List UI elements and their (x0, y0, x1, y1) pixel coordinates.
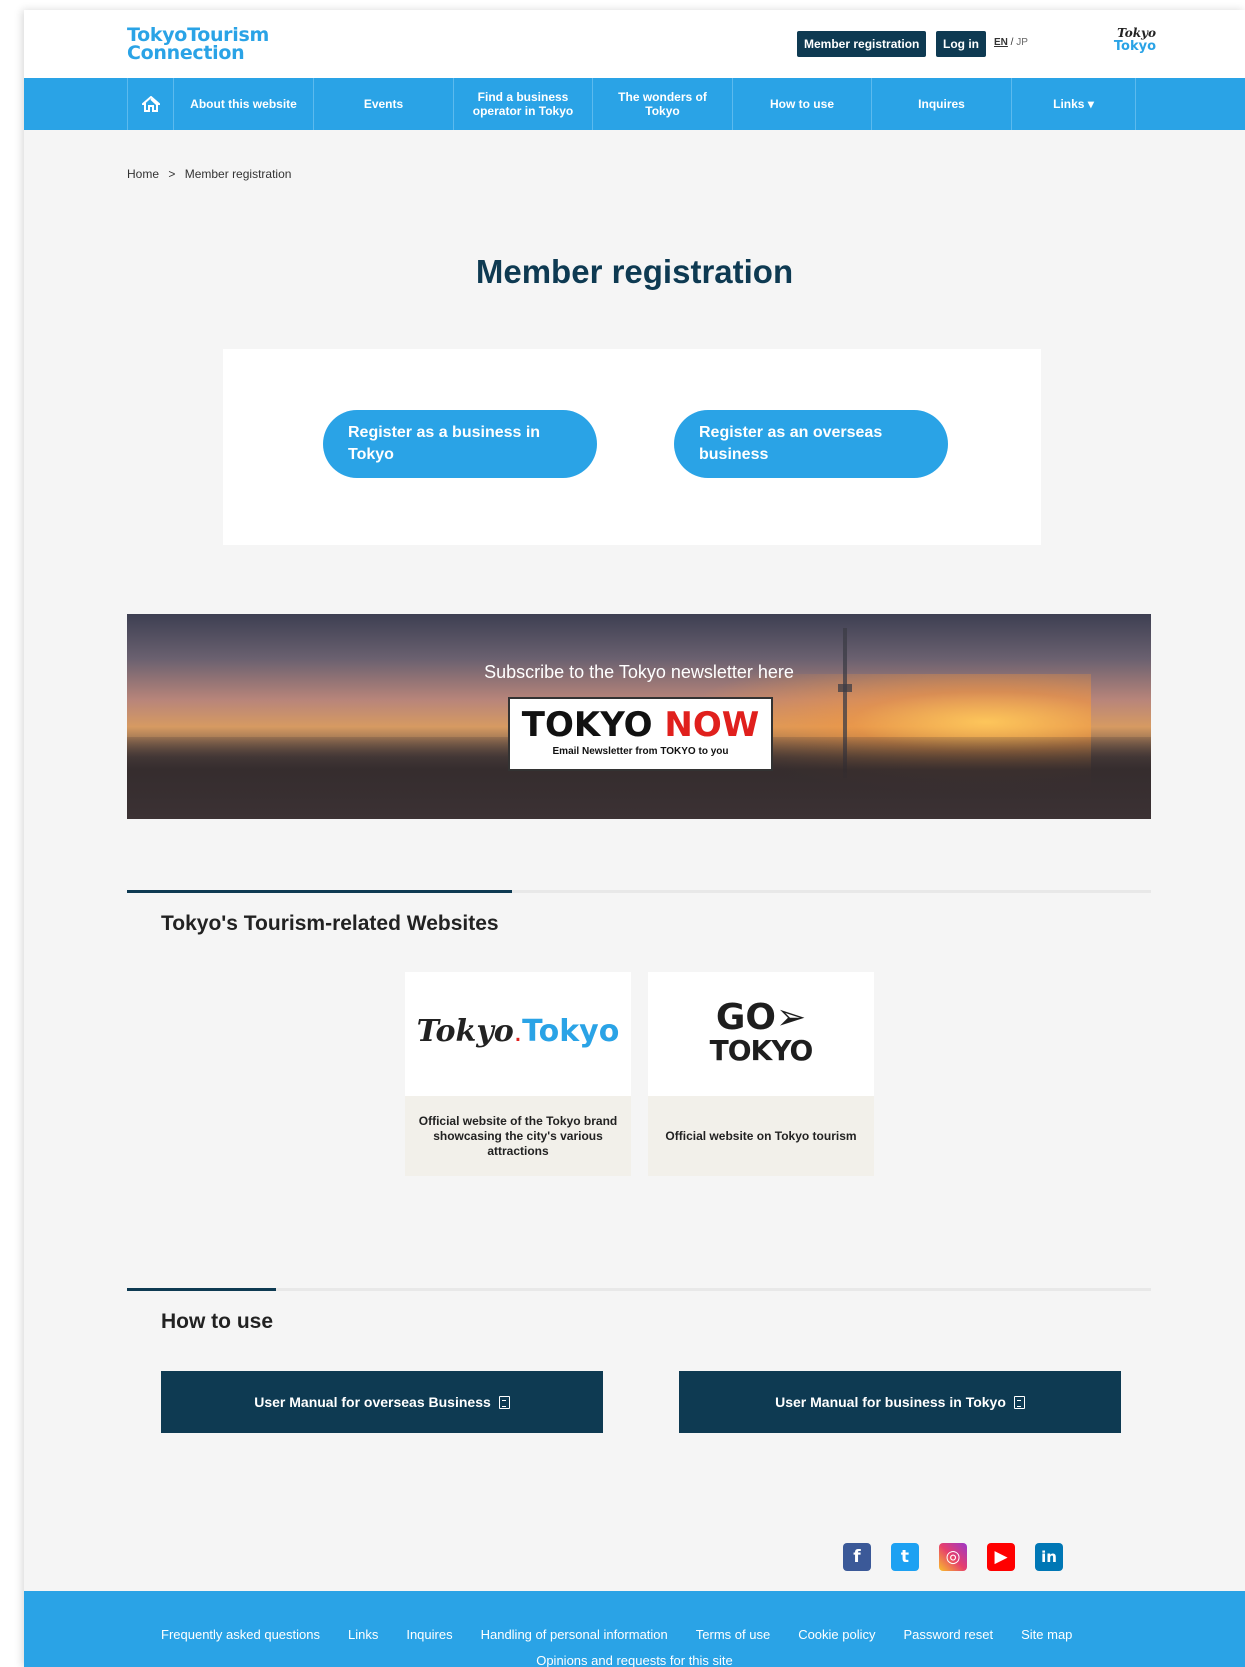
manual-tokyo-button[interactable]: User Manual for business in Tokyo (679, 1371, 1121, 1433)
footer-links: Frequently asked questions Links Inquire… (161, 1627, 1100, 1642)
tokyo-tokyo-brand-logo-a: Tokyo (416, 1014, 514, 1049)
manual-overseas-label: User Manual for overseas Business (254, 1394, 491, 1410)
main-nav: About this website Events Find a busines… (24, 78, 1245, 130)
tokyo-now-title-a: TOKYO (521, 705, 665, 745)
website-card-description: Official website of the Tokyo brand show… (418, 1113, 618, 1158)
website-card-tokyo-tokyo[interactable]: Tokyo.Tokyo Official website of the Toky… (405, 972, 631, 1176)
linkedin-icon[interactable]: in (1035, 1543, 1063, 1571)
home-icon (141, 96, 160, 112)
footer-link-links[interactable]: Links (348, 1627, 378, 1642)
section-divider-fill (127, 890, 512, 893)
login-button[interactable]: Log in (936, 31, 986, 57)
footer-link-opinions[interactable]: Opinions and requests for this site (24, 1653, 1245, 1667)
lang-en-link[interactable]: EN (994, 37, 1008, 48)
site-footer: Frequently asked questions Links Inquire… (24, 1591, 1245, 1667)
nav-how-to-use[interactable]: How to use (732, 78, 871, 130)
twitter-icon[interactable]: t (891, 1543, 919, 1571)
manual-overseas-button[interactable]: User Manual for overseas Business (161, 1371, 603, 1433)
footer-link-password-reset[interactable]: Password reset (904, 1627, 994, 1642)
lang-separator: / (1007, 37, 1017, 48)
section-divider-websites (127, 890, 1151, 893)
tokyo-tokyo-logo[interactable]: Tokyo Tokyo (1110, 27, 1156, 54)
nav-home[interactable] (127, 78, 173, 130)
footer-link-faq[interactable]: Frequently asked questions (161, 1627, 320, 1642)
site-logo[interactable]: TokyoTourism Connection (127, 26, 269, 64)
footer-link-terms[interactable]: Terms of use (696, 1627, 770, 1642)
page: TokyoTourism Connection Member registrat… (24, 10, 1245, 1667)
site-header: TokyoTourism Connection Member registrat… (24, 10, 1245, 78)
footer-link-inquires[interactable]: Inquires (406, 1627, 452, 1642)
tokyo-now-title-b: NOW (664, 705, 760, 745)
go-tokyo-logo-go: GO➢ (715, 997, 807, 1038)
nav-about[interactable]: About this website (173, 78, 313, 130)
footer-link-privacy[interactable]: Handling of personal information (481, 1627, 668, 1642)
tokyo-now-logo[interactable]: TOKYO NOW Email Newsletter from TOKYO to… (508, 697, 773, 771)
section-divider-fill (127, 1288, 276, 1291)
register-overseas-business-button[interactable]: Register as an overseas business (674, 410, 948, 478)
instagram-icon[interactable]: ◎ (939, 1543, 967, 1571)
website-card-logo-area: Tokyo.Tokyo (405, 972, 631, 1096)
newsletter-banner[interactable]: Subscribe to the Tokyo newsletter here T… (127, 614, 1151, 819)
nav-inquires[interactable]: Inquires (871, 78, 1011, 130)
breadcrumb: Home > Member registration (127, 167, 291, 181)
nav-links-dropdown[interactable]: Links ▾ (1011, 78, 1136, 130)
nav-find-business[interactable]: Find a business operator in Tokyo (453, 78, 592, 130)
go-tokyo-logo-tokyo: TOKYO (709, 1034, 814, 1067)
language-switcher: EN / JP (994, 37, 1028, 48)
pdf-icon (498, 1395, 510, 1409)
tokyo-now-subtitle: Email Newsletter from TOKYO to you (552, 746, 729, 757)
websites-section-title: Tokyo's Tourism-related Websites (161, 912, 499, 935)
member-registration-button[interactable]: Member registration (797, 31, 927, 57)
howto-section-title: How to use (161, 1310, 274, 1333)
go-tokyo-logo: GO➢ TOKYO (648, 1000, 874, 1066)
website-card-logo-area: GO➢ TOKYO (648, 972, 874, 1096)
newsletter-banner-text: Subscribe to the Tokyo newsletter here (484, 662, 794, 682)
lang-jp-link[interactable]: JP (1016, 37, 1028, 48)
pdf-icon (1013, 1395, 1025, 1409)
tokyo-tokyo-brand-logo-dot: . (513, 1015, 523, 1048)
youtube-icon[interactable]: ▶ (987, 1543, 1015, 1571)
breadcrumb-separator: > (168, 167, 176, 181)
tokyo-now-title: TOKYO NOW (510, 705, 771, 745)
tokyo-tokyo-logo-b: Tokyo (1113, 39, 1156, 54)
site-logo-line2: Connection (127, 42, 245, 64)
nav-wonders[interactable]: The wonders of Tokyo (592, 78, 732, 130)
section-divider-howto (127, 1288, 1151, 1291)
page-title: Member registration (475, 253, 794, 290)
register-tokyo-business-button[interactable]: Register as a business in Tokyo (323, 410, 597, 478)
footer-link-cookie[interactable]: Cookie policy (798, 1627, 875, 1642)
website-card-description: Official website on Tokyo tourism (665, 1128, 857, 1143)
footer-link-site-map[interactable]: Site map (1021, 1627, 1072, 1642)
breadcrumb-home[interactable]: Home (127, 167, 159, 181)
manual-tokyo-label: User Manual for business in Tokyo (775, 1394, 1006, 1410)
breadcrumb-current: Member registration (184, 167, 292, 181)
facebook-icon[interactable]: f (843, 1543, 871, 1571)
tokyo-tokyo-brand-logo-b: Tokyo (522, 1014, 620, 1049)
banner-tower-deck (838, 684, 852, 692)
registration-card: Register as a business in Tokyo Register… (223, 349, 1041, 545)
website-card-go-tokyo[interactable]: GO➢ TOKYO Official website on Tokyo tour… (648, 972, 874, 1176)
tokyo-tokyo-brand-logo: Tokyo.Tokyo (405, 1014, 631, 1049)
nav-events[interactable]: Events (313, 78, 453, 130)
